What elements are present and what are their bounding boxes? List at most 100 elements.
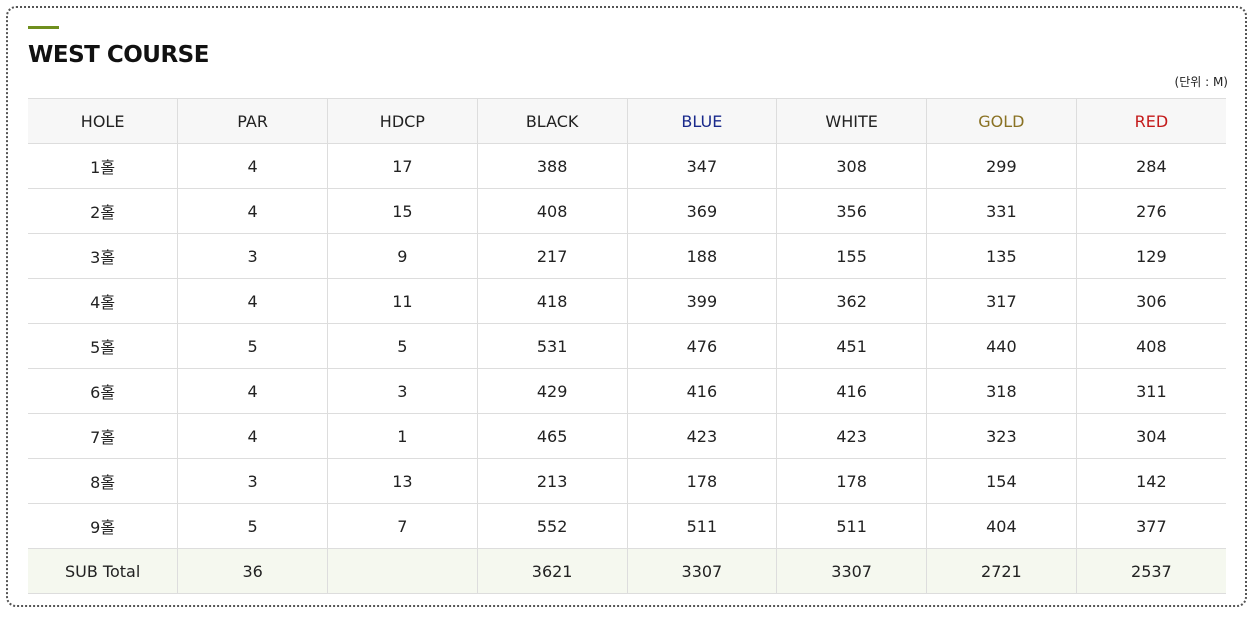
table-row: 5홀 5 5 531 476 451 440 408: [28, 323, 1226, 369]
table-row: 4홀 4 11 418 399 362 317 306: [28, 278, 1226, 324]
cell-red: 142: [1075, 458, 1226, 504]
col-red-header: RED: [1075, 98, 1226, 144]
subtotal-black: 3621: [476, 548, 627, 594]
cell-hdcp: 11: [327, 278, 478, 324]
cell-hole: 3홀: [28, 233, 178, 279]
table-row: 9홀 5 7 552 511 511 404 377: [28, 503, 1226, 549]
cell-blue: 476: [626, 323, 777, 369]
col-hole-header: HOLE: [28, 98, 178, 144]
scorecard-body: 1홀 4 17 388 347 308 299 284 2홀 4 15 408 369 356 331 276…: [28, 143, 1226, 549]
cell-black: 418: [476, 278, 627, 324]
cell-blue: 347: [626, 143, 777, 189]
cell-white: 155: [776, 233, 927, 279]
subtotal-hdcp: [327, 548, 478, 594]
col-par-header: PAR: [177, 98, 328, 144]
cell-white: 416: [776, 368, 927, 414]
col-blue-header: BLUE: [626, 98, 777, 144]
cell-black: 429: [476, 368, 627, 414]
unit-note: (단위 : M): [1174, 75, 1228, 89]
cell-par: 4: [177, 413, 328, 459]
table-row: 2홀 4 15 408 369 356 331 276: [28, 188, 1226, 234]
subtotal-blue: 3307: [626, 548, 777, 594]
scorecard-header: HOLE PAR HDCP BLACK BLUE WHITE GOLD RED: [28, 98, 1226, 144]
cell-hdcp: 17: [327, 143, 478, 189]
table-row: 6홀 4 3 429 416 416 318 311: [28, 368, 1226, 414]
cell-blue: 188: [626, 233, 777, 279]
cell-red: 129: [1075, 233, 1226, 279]
col-white-header: WHITE: [776, 98, 927, 144]
cell-blue: 369: [626, 188, 777, 234]
cell-red: 306: [1075, 278, 1226, 324]
cell-hdcp: 3: [327, 368, 478, 414]
subtotal-label: SUB Total: [28, 548, 178, 594]
subtotal-par: 36: [177, 548, 328, 594]
subtotal-red: 2537: [1075, 548, 1226, 594]
cell-hole: 1홀: [28, 143, 178, 189]
cell-white: 362: [776, 278, 927, 324]
cell-par: 4: [177, 188, 328, 234]
course-title: WEST COURSE: [28, 42, 209, 68]
cell-gold: 331: [926, 188, 1077, 234]
cell-par: 4: [177, 143, 328, 189]
header-row: HOLE PAR HDCP BLACK BLUE WHITE GOLD RED: [28, 98, 1226, 144]
cell-blue: 423: [626, 413, 777, 459]
cell-hole: 8홀: [28, 458, 178, 504]
cell-white: 356: [776, 188, 927, 234]
cell-black: 213: [476, 458, 627, 504]
cell-hdcp: 9: [327, 233, 478, 279]
cell-par: 4: [177, 278, 328, 324]
cell-hdcp: 15: [327, 188, 478, 234]
cell-hole: 4홀: [28, 278, 178, 324]
cell-red: 276: [1075, 188, 1226, 234]
cell-red: 377: [1075, 503, 1226, 549]
cell-gold: 317: [926, 278, 1077, 324]
cell-red: 408: [1075, 323, 1226, 369]
cell-white: 451: [776, 323, 927, 369]
table-row: 7홀 4 1 465 423 423 323 304: [28, 413, 1226, 459]
col-black-header: BLACK: [476, 98, 627, 144]
subtotal-white: 3307: [776, 548, 927, 594]
cell-hole: 9홀: [28, 503, 178, 549]
cell-hole: 6홀: [28, 368, 178, 414]
col-hdcp-header: HDCP: [327, 98, 478, 144]
cell-black: 408: [476, 188, 627, 234]
cell-white: 308: [776, 143, 927, 189]
cell-hole: 5홀: [28, 323, 178, 369]
cell-par: 5: [177, 323, 328, 369]
cell-par: 5: [177, 503, 328, 549]
cell-gold: 323: [926, 413, 1077, 459]
subtotal-row: SUB Total 36 3621 3307 3307 2721 2537: [28, 548, 1226, 594]
cell-gold: 318: [926, 368, 1077, 414]
cell-gold: 135: [926, 233, 1077, 279]
title-accent-bar: [28, 26, 59, 29]
cell-gold: 299: [926, 143, 1077, 189]
cell-par: 3: [177, 233, 328, 279]
cell-blue: 511: [626, 503, 777, 549]
cell-black: 531: [476, 323, 627, 369]
cell-red: 284: [1075, 143, 1226, 189]
cell-hdcp: 5: [327, 323, 478, 369]
cell-gold: 154: [926, 458, 1077, 504]
cell-black: 217: [476, 233, 627, 279]
cell-blue: 178: [626, 458, 777, 504]
cell-blue: 399: [626, 278, 777, 324]
cell-hdcp: 7: [327, 503, 478, 549]
table-row: 1홀 4 17 388 347 308 299 284: [28, 143, 1226, 189]
table-row: 8홀 3 13 213 178 178 154 142: [28, 458, 1226, 504]
cell-white: 423: [776, 413, 927, 459]
cell-red: 304: [1075, 413, 1226, 459]
cell-blue: 416: [626, 368, 777, 414]
scorecard-table: HOLE PAR HDCP BLACK BLUE WHITE GOLD RED …: [28, 98, 1226, 594]
cell-black: 388: [476, 143, 627, 189]
cell-black: 465: [476, 413, 627, 459]
scorecard-footer: SUB Total 36 3621 3307 3307 2721 2537: [28, 548, 1226, 594]
cell-par: 3: [177, 458, 328, 504]
col-gold-header: GOLD: [926, 98, 1077, 144]
cell-par: 4: [177, 368, 328, 414]
cell-gold: 440: [926, 323, 1077, 369]
cell-red: 311: [1075, 368, 1226, 414]
cell-hole: 2홀: [28, 188, 178, 234]
cell-hdcp: 1: [327, 413, 478, 459]
cell-white: 178: [776, 458, 927, 504]
cell-gold: 404: [926, 503, 1077, 549]
